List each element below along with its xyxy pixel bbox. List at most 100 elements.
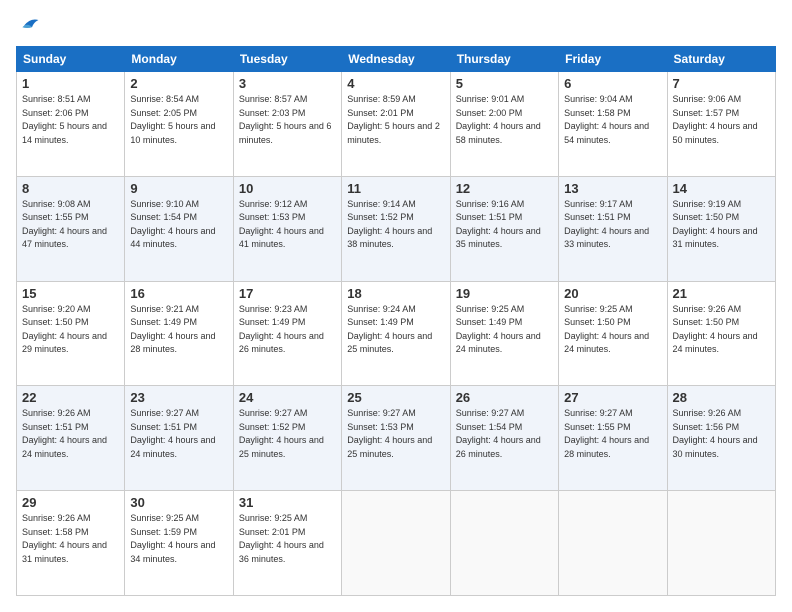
day-number: 1	[22, 76, 119, 91]
day-number: 11	[347, 181, 444, 196]
calendar-cell: 18 Sunrise: 9:24 AMSunset: 1:49 PMDaylig…	[342, 281, 450, 386]
calendar-cell: 31 Sunrise: 9:25 AMSunset: 2:01 PMDaylig…	[233, 491, 341, 596]
day-number: 28	[673, 390, 770, 405]
day-info: Sunrise: 9:24 AMSunset: 1:49 PMDaylight:…	[347, 303, 444, 357]
day-info: Sunrise: 8:54 AMSunset: 2:05 PMDaylight:…	[130, 93, 227, 147]
day-info: Sunrise: 9:01 AMSunset: 2:00 PMDaylight:…	[456, 93, 553, 147]
day-info: Sunrise: 9:27 AMSunset: 1:55 PMDaylight:…	[564, 407, 661, 461]
day-info: Sunrise: 8:51 AMSunset: 2:06 PMDaylight:…	[22, 93, 119, 147]
day-info: Sunrise: 9:14 AMSunset: 1:52 PMDaylight:…	[347, 198, 444, 252]
day-number: 14	[673, 181, 770, 196]
calendar-cell: 24 Sunrise: 9:27 AMSunset: 1:52 PMDaylig…	[233, 386, 341, 491]
logo-bird-icon	[16, 16, 40, 36]
col-header-sunday: Sunday	[17, 47, 125, 72]
day-number: 25	[347, 390, 444, 405]
day-info: Sunrise: 9:12 AMSunset: 1:53 PMDaylight:…	[239, 198, 336, 252]
day-info: Sunrise: 9:23 AMSunset: 1:49 PMDaylight:…	[239, 303, 336, 357]
day-info: Sunrise: 9:16 AMSunset: 1:51 PMDaylight:…	[456, 198, 553, 252]
day-info: Sunrise: 9:17 AMSunset: 1:51 PMDaylight:…	[564, 198, 661, 252]
day-number: 19	[456, 286, 553, 301]
calendar-cell: 3 Sunrise: 8:57 AMSunset: 2:03 PMDayligh…	[233, 72, 341, 177]
day-number: 3	[239, 76, 336, 91]
col-header-tuesday: Tuesday	[233, 47, 341, 72]
day-number: 16	[130, 286, 227, 301]
day-info: Sunrise: 9:27 AMSunset: 1:54 PMDaylight:…	[456, 407, 553, 461]
day-info: Sunrise: 9:27 AMSunset: 1:51 PMDaylight:…	[130, 407, 227, 461]
calendar-cell: 6 Sunrise: 9:04 AMSunset: 1:58 PMDayligh…	[559, 72, 667, 177]
calendar-cell: 21 Sunrise: 9:26 AMSunset: 1:50 PMDaylig…	[667, 281, 775, 386]
day-number: 15	[22, 286, 119, 301]
day-number: 23	[130, 390, 227, 405]
calendar-cell: 2 Sunrise: 8:54 AMSunset: 2:05 PMDayligh…	[125, 72, 233, 177]
calendar-cell: 14 Sunrise: 9:19 AMSunset: 1:50 PMDaylig…	[667, 176, 775, 281]
day-info: Sunrise: 9:06 AMSunset: 1:57 PMDaylight:…	[673, 93, 770, 147]
day-number: 12	[456, 181, 553, 196]
day-number: 5	[456, 76, 553, 91]
week-row-4: 22 Sunrise: 9:26 AMSunset: 1:51 PMDaylig…	[17, 386, 776, 491]
day-number: 6	[564, 76, 661, 91]
day-number: 8	[22, 181, 119, 196]
day-number: 29	[22, 495, 119, 510]
calendar-cell: 7 Sunrise: 9:06 AMSunset: 1:57 PMDayligh…	[667, 72, 775, 177]
calendar-body: 1 Sunrise: 8:51 AMSunset: 2:06 PMDayligh…	[17, 72, 776, 596]
day-info: Sunrise: 9:25 AMSunset: 2:01 PMDaylight:…	[239, 512, 336, 566]
calendar-cell: 29 Sunrise: 9:26 AMSunset: 1:58 PMDaylig…	[17, 491, 125, 596]
header	[16, 16, 776, 36]
day-number: 22	[22, 390, 119, 405]
calendar-cell: 23 Sunrise: 9:27 AMSunset: 1:51 PMDaylig…	[125, 386, 233, 491]
day-info: Sunrise: 9:08 AMSunset: 1:55 PMDaylight:…	[22, 198, 119, 252]
calendar-cell: 15 Sunrise: 9:20 AMSunset: 1:50 PMDaylig…	[17, 281, 125, 386]
col-header-monday: Monday	[125, 47, 233, 72]
day-number: 9	[130, 181, 227, 196]
col-header-wednesday: Wednesday	[342, 47, 450, 72]
logo	[16, 16, 44, 36]
week-row-3: 15 Sunrise: 9:20 AMSunset: 1:50 PMDaylig…	[17, 281, 776, 386]
calendar-cell: 5 Sunrise: 9:01 AMSunset: 2:00 PMDayligh…	[450, 72, 558, 177]
page: SundayMondayTuesdayWednesdayThursdayFrid…	[0, 0, 792, 612]
calendar-cell: 9 Sunrise: 9:10 AMSunset: 1:54 PMDayligh…	[125, 176, 233, 281]
calendar-cell: 30 Sunrise: 9:25 AMSunset: 1:59 PMDaylig…	[125, 491, 233, 596]
day-info: Sunrise: 9:27 AMSunset: 1:52 PMDaylight:…	[239, 407, 336, 461]
col-header-thursday: Thursday	[450, 47, 558, 72]
calendar-table: SundayMondayTuesdayWednesdayThursdayFrid…	[16, 46, 776, 596]
calendar-cell: 8 Sunrise: 9:08 AMSunset: 1:55 PMDayligh…	[17, 176, 125, 281]
calendar-cell: 22 Sunrise: 9:26 AMSunset: 1:51 PMDaylig…	[17, 386, 125, 491]
day-number: 24	[239, 390, 336, 405]
week-row-1: 1 Sunrise: 8:51 AMSunset: 2:06 PMDayligh…	[17, 72, 776, 177]
day-number: 18	[347, 286, 444, 301]
day-number: 30	[130, 495, 227, 510]
calendar-cell: 28 Sunrise: 9:26 AMSunset: 1:56 PMDaylig…	[667, 386, 775, 491]
day-info: Sunrise: 9:27 AMSunset: 1:53 PMDaylight:…	[347, 407, 444, 461]
day-number: 21	[673, 286, 770, 301]
calendar-cell: 16 Sunrise: 9:21 AMSunset: 1:49 PMDaylig…	[125, 281, 233, 386]
calendar-cell: 26 Sunrise: 9:27 AMSunset: 1:54 PMDaylig…	[450, 386, 558, 491]
day-info: Sunrise: 8:57 AMSunset: 2:03 PMDaylight:…	[239, 93, 336, 147]
calendar-cell	[667, 491, 775, 596]
calendar-cell	[559, 491, 667, 596]
day-info: Sunrise: 9:10 AMSunset: 1:54 PMDaylight:…	[130, 198, 227, 252]
day-number: 10	[239, 181, 336, 196]
day-info: Sunrise: 9:26 AMSunset: 1:50 PMDaylight:…	[673, 303, 770, 357]
day-info: Sunrise: 9:25 AMSunset: 1:59 PMDaylight:…	[130, 512, 227, 566]
day-info: Sunrise: 9:26 AMSunset: 1:56 PMDaylight:…	[673, 407, 770, 461]
calendar-header: SundayMondayTuesdayWednesdayThursdayFrid…	[17, 47, 776, 72]
calendar-cell: 13 Sunrise: 9:17 AMSunset: 1:51 PMDaylig…	[559, 176, 667, 281]
day-info: Sunrise: 9:26 AMSunset: 1:51 PMDaylight:…	[22, 407, 119, 461]
calendar-cell	[342, 491, 450, 596]
day-number: 27	[564, 390, 661, 405]
calendar-cell: 19 Sunrise: 9:25 AMSunset: 1:49 PMDaylig…	[450, 281, 558, 386]
col-header-saturday: Saturday	[667, 47, 775, 72]
calendar-cell: 1 Sunrise: 8:51 AMSunset: 2:06 PMDayligh…	[17, 72, 125, 177]
day-info: Sunrise: 9:04 AMSunset: 1:58 PMDaylight:…	[564, 93, 661, 147]
day-info: Sunrise: 9:19 AMSunset: 1:50 PMDaylight:…	[673, 198, 770, 252]
day-info: Sunrise: 9:25 AMSunset: 1:50 PMDaylight:…	[564, 303, 661, 357]
day-number: 13	[564, 181, 661, 196]
day-number: 17	[239, 286, 336, 301]
day-number: 20	[564, 286, 661, 301]
calendar-cell: 10 Sunrise: 9:12 AMSunset: 1:53 PMDaylig…	[233, 176, 341, 281]
day-info: Sunrise: 8:59 AMSunset: 2:01 PMDaylight:…	[347, 93, 444, 147]
calendar-cell: 4 Sunrise: 8:59 AMSunset: 2:01 PMDayligh…	[342, 72, 450, 177]
day-info: Sunrise: 9:25 AMSunset: 1:49 PMDaylight:…	[456, 303, 553, 357]
calendar-cell: 27 Sunrise: 9:27 AMSunset: 1:55 PMDaylig…	[559, 386, 667, 491]
calendar-cell: 25 Sunrise: 9:27 AMSunset: 1:53 PMDaylig…	[342, 386, 450, 491]
